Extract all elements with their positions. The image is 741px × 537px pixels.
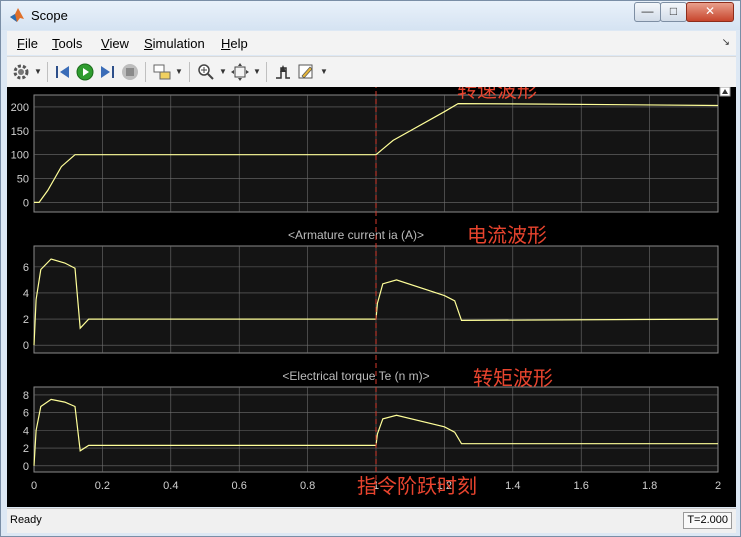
y-tick-label: 0 (23, 340, 29, 352)
signal-highlight-icon[interactable] (152, 62, 172, 82)
x-tick-label: 1.6 (574, 480, 589, 492)
toolbar-separator (145, 62, 146, 82)
y-tick-label: 4 (23, 425, 29, 437)
highlight-dropdown-icon[interactable]: ▼ (175, 67, 183, 76)
annotation-torque-waveform: 转矩波形 (473, 367, 553, 390)
zoom-dropdown-icon[interactable]: ▼ (219, 67, 227, 76)
y-tick-label: 6 (23, 408, 29, 420)
toolbar-separator (47, 62, 48, 82)
triggers-icon[interactable] (273, 62, 293, 82)
status-bar: Ready T=2.000 (7, 508, 736, 533)
x-tick-label: 0.6 (232, 480, 247, 492)
maximize-button[interactable]: □ (660, 2, 687, 22)
axes-3: 024680 0.2 0.4 0.6 0.8 1 1.2 1.4 1.6 1.8 2<Electri… (23, 369, 721, 492)
menu-tools[interactable]: Tools (52, 36, 82, 51)
toolbar-separator (266, 62, 267, 82)
x-tick-label: 1.8 (642, 480, 657, 492)
axes-title: <Electrical torque Te (n m)> (282, 369, 429, 383)
x-tick-label: 2 (715, 480, 721, 492)
step-back-icon[interactable] (53, 62, 73, 82)
axes-2: 0 2 4 6 <Armature current ia (A)> (23, 228, 719, 354)
style-pencil-icon[interactable] (296, 62, 316, 82)
menu-bar: File Tools View Simulation Help ↘ (7, 31, 736, 55)
menu-simulation[interactable]: Simulation (144, 36, 205, 51)
settings-dropdown-icon[interactable]: ▼ (34, 67, 42, 76)
axes-title: <Armature current ia (A)> (288, 228, 424, 242)
menu-view[interactable]: View (101, 36, 129, 51)
matlab-icon (10, 8, 24, 22)
scope-plot-area[interactable]: 0 50 100 150 200 0 2 4 6 <Armature current ia (A)… (7, 79, 736, 507)
run-icon[interactable] (75, 62, 95, 82)
toolbar: ▼ ▼ ▼ ▼ ▼ (7, 56, 736, 87)
y-tick-label: 0 (23, 461, 29, 473)
y-tick-label: 150 (11, 126, 29, 138)
y-tick-label: 100 (11, 150, 29, 162)
stop-icon[interactable] (120, 62, 140, 82)
zoom-in-icon[interactable] (196, 62, 216, 82)
style-dropdown-icon[interactable]: ▼ (320, 67, 328, 76)
x-tick-label: 0 (31, 480, 37, 492)
close-button[interactable]: ✕ (686, 2, 734, 22)
fit-to-view-icon[interactable] (230, 62, 250, 82)
status-simulation-time: T=2.000 (683, 512, 732, 529)
y-tick-label: 0 (23, 197, 29, 209)
menu-file[interactable]: File (17, 36, 38, 51)
fit-dropdown-icon[interactable]: ▼ (253, 67, 261, 76)
y-tick-label: 2 (23, 314, 29, 326)
x-tick-label: 0.8 (300, 480, 315, 492)
title-bar[interactable]: Scope — □ ✕ (1, 1, 740, 30)
y-tick-label: 2 (23, 443, 29, 455)
status-ready: Ready (10, 514, 42, 526)
step-forward-icon[interactable] (97, 62, 117, 82)
axes-1: 0 50 100 150 200 (11, 94, 719, 213)
annotation-current-waveform: 电流波形 (467, 224, 547, 247)
annotation-speed-waveform: 转速波形 (457, 87, 537, 102)
x-tick-label: 0.4 (163, 480, 178, 492)
toolbar-separator (189, 62, 190, 82)
restore-layout-icon[interactable] (719, 86, 731, 97)
menu-help[interactable]: Help (221, 36, 248, 51)
scope-window: Scope — □ ✕ File Tools View Simulation H… (0, 0, 741, 537)
menu-overflow-icon[interactable]: ↘ (722, 37, 730, 48)
settings-gear-icon[interactable] (11, 62, 31, 82)
y-tick-label: 6 (23, 262, 29, 274)
window-title: Scope (31, 8, 68, 23)
scope-plot-svg[interactable]: 0501001502000246<Armature current ia (A)… (7, 79, 736, 507)
y-tick-label: 50 (17, 174, 29, 186)
annotation-step-instant: 指令阶跃时刻 (357, 475, 477, 498)
y-tick-label: 200 (11, 102, 29, 114)
x-tick-label: 0.2 (95, 480, 110, 492)
y-tick-label: 8 (23, 390, 29, 402)
y-tick-label: 4 (23, 288, 29, 300)
x-tick-label: 1.4 (505, 480, 520, 492)
minimize-button[interactable]: — (634, 2, 661, 22)
